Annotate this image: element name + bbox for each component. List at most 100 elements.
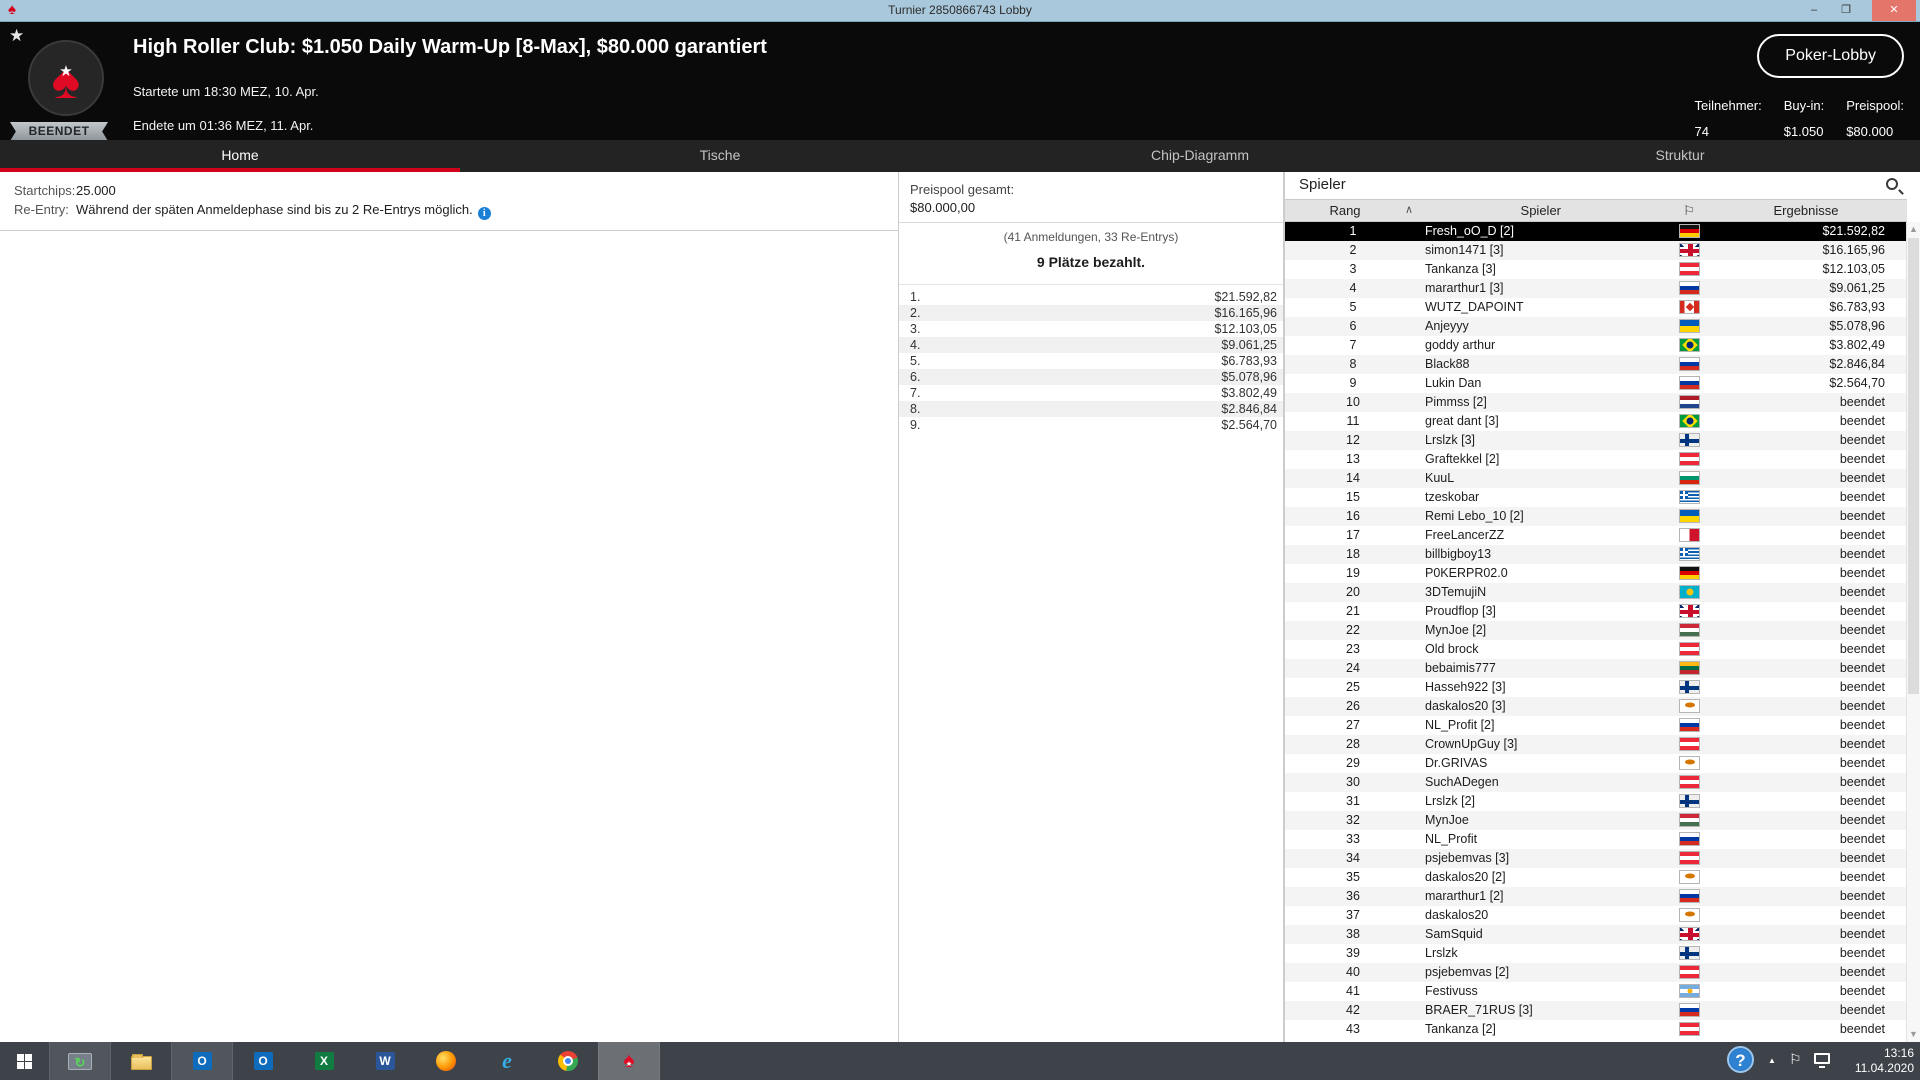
table-row[interactable]: 38 SamSquid beendet (1285, 925, 1907, 944)
table-row[interactable]: 12 Lrslzk [3] beendet (1285, 431, 1907, 450)
table-row[interactable]: 43 Tankanza [2] beendet (1285, 1020, 1907, 1039)
table-row[interactable]: 25 Hasseh922 [3] beendet (1285, 678, 1907, 697)
table-row[interactable]: 10 Pimmss [2] beendet (1285, 393, 1907, 412)
table-row[interactable]: 21 Proudflop [3] beendet (1285, 602, 1907, 621)
taskbar-app-file-explorer[interactable] (111, 1042, 171, 1080)
country-flag-icon (1679, 661, 1700, 675)
taskbar-app-outlook-2[interactable]: O (233, 1042, 293, 1080)
table-row[interactable]: 26 daskalos20 [3] beendet (1285, 697, 1907, 716)
sort-ascending-icon[interactable]: ∧ (1405, 200, 1423, 221)
player-name: MynJoe (1425, 813, 1469, 827)
scrollbar-thumb[interactable] (1908, 238, 1919, 694)
prize-row: 5. $6.783,93 (899, 353, 1283, 369)
start-icon (16, 1053, 32, 1069)
table-row[interactable]: 39 Lrslzk beendet (1285, 944, 1907, 963)
table-row[interactable]: 32 MynJoe beendet (1285, 811, 1907, 830)
player-result: beendet (1839, 756, 1885, 770)
player-name: P0KERPR02.0 (1425, 566, 1508, 580)
scroll-up-icon[interactable]: ▲ (1907, 222, 1920, 237)
favorite-star-icon[interactable]: ★ (9, 26, 24, 46)
tab-tische[interactable]: Tische (480, 140, 960, 172)
column-header-flag-icon[interactable]: ⚐ (1677, 200, 1701, 221)
poker-lobby-button[interactable]: Poker-Lobby (1757, 34, 1904, 78)
prize-row: 9. $2.564,70 (899, 417, 1283, 433)
table-row[interactable]: 23 Old brock beendet (1285, 640, 1907, 659)
table-row[interactable]: 31 Lrslzk [2] beendet (1285, 792, 1907, 811)
table-row[interactable]: 4 mararthur1 [3] $9.061,25 (1285, 279, 1907, 298)
country-flag-icon (1679, 338, 1700, 352)
player-name: Tankanza [3] (1425, 262, 1496, 276)
taskbar-app-remote-desktop[interactable]: ↻ (49, 1041, 111, 1080)
player-result: beendet (1839, 1022, 1885, 1036)
taskbar-app-word[interactable]: W (355, 1042, 415, 1080)
table-row[interactable]: 20 3DTemujiN beendet (1285, 583, 1907, 602)
players-scrollbar[interactable]: ▲ ▼ (1906, 222, 1920, 1042)
file-explorer-icon (130, 1053, 152, 1070)
table-row[interactable]: 17 FreeLancerZZ beendet (1285, 526, 1907, 545)
table-row[interactable]: 1 Fresh_oO_D [2] $21.592,82 (1285, 222, 1907, 241)
taskbar-clock[interactable]: 13:16 11.04.2020 (1855, 1046, 1914, 1076)
table-row[interactable]: 14 KuuL beendet (1285, 469, 1907, 488)
player-name: Hasseh922 [3] (1425, 680, 1506, 694)
taskbar-app-outlook[interactable]: O (171, 1041, 233, 1080)
taskbar-app-start[interactable] (0, 1042, 48, 1080)
table-row[interactable]: 6 Anjeyyy $5.078,96 (1285, 317, 1907, 336)
table-row[interactable]: 27 NL_Profit [2] beendet (1285, 716, 1907, 735)
table-row[interactable]: 15 tzeskobar beendet (1285, 488, 1907, 507)
restore-button[interactable]: ❐ (1832, 0, 1860, 21)
table-row[interactable]: 2 simon1471 [3] $16.165,96 (1285, 241, 1907, 260)
tab-struktur[interactable]: Struktur (1440, 140, 1920, 172)
tab-home[interactable]: Home (0, 140, 480, 172)
table-row[interactable]: 3 Tankanza [3] $12.103,05 (1285, 260, 1907, 279)
table-row[interactable]: 13 Graftekkel [2] beendet (1285, 450, 1907, 469)
column-header-player[interactable]: Spieler (1425, 200, 1561, 221)
prize-place: 8. (910, 402, 921, 416)
player-rank: 35 (1346, 870, 1360, 884)
table-row[interactable]: 28 CrownUpGuy [3] beendet (1285, 735, 1907, 754)
player-result: beendet (1839, 775, 1885, 789)
close-button[interactable]: ✕ (1872, 0, 1916, 21)
country-flag-icon (1679, 319, 1700, 333)
taskbar-app-chrome[interactable] (538, 1042, 598, 1080)
taskbar-app-firefox[interactable] (416, 1042, 476, 1080)
table-row[interactable]: 16 Remi Lebo_10 [2] beendet (1285, 507, 1907, 526)
table-row[interactable]: 8 Black88 $2.846,84 (1285, 355, 1907, 374)
taskbar-app-internet-explorer[interactable]: e (477, 1042, 537, 1080)
table-row[interactable]: 7 goddy arthur $3.802,49 (1285, 336, 1907, 355)
table-row[interactable]: 34 psjebemvas [3] beendet (1285, 849, 1907, 868)
table-row[interactable]: 35 daskalos20 [2] beendet (1285, 868, 1907, 887)
table-row[interactable]: 22 MynJoe [2] beendet (1285, 621, 1907, 640)
column-header-rank[interactable]: Rang (1285, 200, 1405, 221)
table-row[interactable]: 36 mararthur1 [2] beendet (1285, 887, 1907, 906)
table-row[interactable]: 24 bebaimis777 beendet (1285, 659, 1907, 678)
help-icon[interactable]: ? (1727, 1046, 1754, 1073)
table-row[interactable]: 19 P0KERPR02.0 beendet (1285, 564, 1907, 583)
tray-network-icon[interactable] (1814, 1053, 1830, 1068)
tab-chip-diagramm[interactable]: Chip-Diagramm (960, 140, 1440, 172)
tray-flag-icon[interactable]: ⚐ (1789, 1051, 1802, 1068)
table-row[interactable]: 33 NL_Profit beendet (1285, 830, 1907, 849)
country-flag-icon (1679, 243, 1700, 257)
search-icon[interactable] (1886, 178, 1898, 190)
column-header-results[interactable]: Ergebnisse (1705, 200, 1907, 221)
taskbar-app-excel[interactable]: X (294, 1042, 354, 1080)
table-row[interactable]: 42 BRAER_71RUS [3] beendet (1285, 1001, 1907, 1020)
table-row[interactable]: 29 Dr.GRIVAS beendet (1285, 754, 1907, 773)
prize-list: 1. $21.592,82 2. $16.165,96 3. $12.103,05 4. $9… (899, 289, 1283, 433)
tray-expand-icon[interactable]: ▲ (1768, 1056, 1776, 1065)
table-row[interactable]: 40 psjebemvas [2] beendet (1285, 963, 1907, 982)
table-row[interactable]: 11 great dant [3] beendet (1285, 412, 1907, 431)
player-result: $16.165,96 (1822, 243, 1885, 257)
minimize-button[interactable]: – (1800, 0, 1828, 21)
table-row[interactable]: 5 WUTZ_DAPOINT $6.783,93 (1285, 298, 1907, 317)
player-result: beendet (1839, 984, 1885, 998)
table-row[interactable]: 41 Festivuss beendet (1285, 982, 1907, 1001)
table-row[interactable]: 30 SuchADegen beendet (1285, 773, 1907, 792)
table-row[interactable]: 18 billbigboy13 beendet (1285, 545, 1907, 564)
player-result: $2.564,70 (1829, 376, 1885, 390)
info-icon[interactable]: i (477, 207, 491, 220)
table-row[interactable]: 37 daskalos20 beendet (1285, 906, 1907, 925)
taskbar-app-pokerstars[interactable]: ♠ ★ (598, 1041, 660, 1080)
scroll-down-icon[interactable]: ▼ (1907, 1027, 1920, 1042)
table-row[interactable]: 9 Lukin Dan $2.564,70 (1285, 374, 1907, 393)
